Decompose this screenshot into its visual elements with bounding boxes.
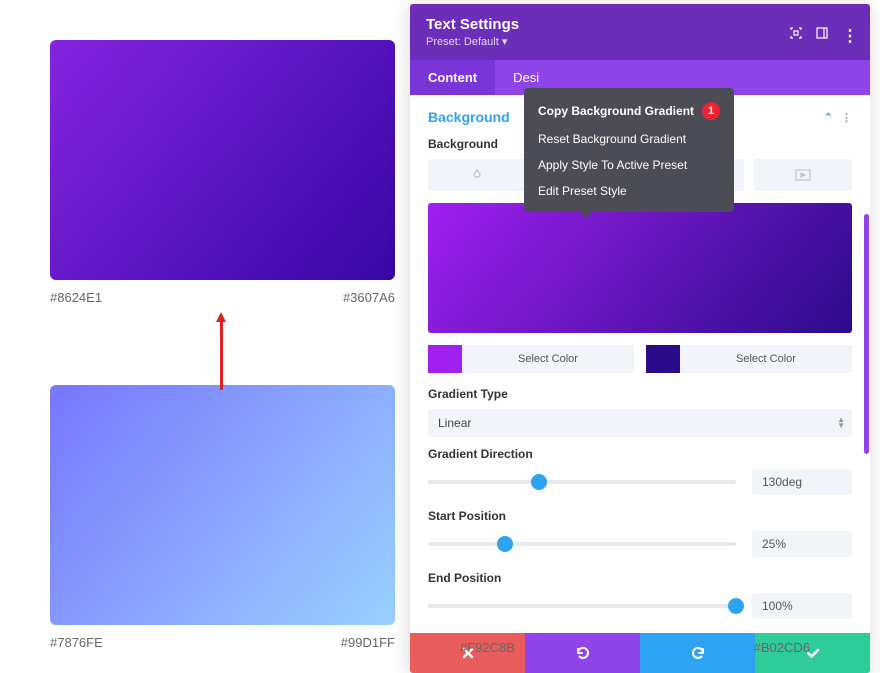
end-slider[interactable] [428, 604, 736, 608]
end-value[interactable]: 100% [752, 593, 852, 619]
footer-label-1: #F92C8B [460, 640, 515, 655]
color-swatch-2[interactable] [646, 345, 680, 373]
ctx-apply-preset[interactable]: Apply Style To Active Preset [524, 152, 734, 178]
gradient-direction-label: Gradient Direction [428, 447, 852, 461]
left-column: #8624E1 #3607A6 #7876FE #99D1FF [50, 40, 395, 650]
section-toggle[interactable]: ⌃⋮ [824, 111, 852, 124]
select-color-1[interactable]: Select Color [462, 345, 634, 373]
gradient-type-value: Linear [438, 416, 471, 430]
start-position-field: Start Position 25% [428, 509, 852, 557]
step-badge: 1 [702, 102, 720, 120]
swatch-b-color2: #99D1FF [341, 635, 395, 650]
slider-thumb[interactable] [531, 474, 547, 490]
start-value[interactable]: 25% [752, 531, 852, 557]
ctx-edit-preset[interactable]: Edit Preset Style [524, 178, 734, 204]
ctx-copy-gradient[interactable]: Copy Background Gradient 1 [524, 96, 734, 126]
gradient-type-label: Gradient Type [428, 387, 852, 401]
end-position-label: End Position [428, 571, 852, 585]
panel-header: Text Settings Preset: Default ▾ ⋮ [410, 4, 870, 60]
slider-thumb[interactable] [728, 598, 744, 614]
swatch-a-labels: #8624E1 #3607A6 [50, 290, 395, 305]
select-arrows-icon: ▲▼ [837, 417, 842, 429]
header-actions: ⋮ [790, 26, 854, 38]
gradient-type-field: Gradient Type Linear ▲▼ [428, 387, 852, 437]
footer-color-labels: #F92C8B #B02CD6 [410, 640, 870, 655]
up-arrow-icon [220, 320, 223, 390]
direction-slider[interactable] [428, 480, 736, 484]
gradient-type-select[interactable]: Linear ▲▼ [428, 409, 852, 437]
color-stop-2: Select Color [646, 345, 852, 373]
color-stop-1: Select Color [428, 345, 634, 373]
swatch-b-color1: #7876FE [50, 635, 103, 650]
bg-tab-video[interactable] [754, 159, 853, 191]
preset-selector[interactable]: Preset: Default ▾ [426, 35, 519, 48]
bg-tab-color[interactable] [428, 159, 527, 191]
ctx-copy-label: Copy Background Gradient [538, 104, 694, 118]
kebab-icon[interactable]: ⋮ [842, 26, 854, 38]
start-position-label: Start Position [428, 509, 852, 523]
gradient-direction-field: Gradient Direction 130deg [428, 447, 852, 495]
color-swatch-1[interactable] [428, 345, 462, 373]
slider-thumb[interactable] [497, 536, 513, 552]
gradient-swatch-b [50, 385, 395, 625]
select-color-2[interactable]: Select Color [680, 345, 852, 373]
ctx-reset-gradient[interactable]: Reset Background Gradient [524, 126, 734, 152]
gradient-preview[interactable] [428, 203, 852, 333]
panel-title: Text Settings [426, 16, 519, 33]
tab-content[interactable]: Content [410, 60, 495, 95]
context-menu: Copy Background Gradient 1 Reset Backgro… [524, 88, 734, 212]
footer-label-2: #B02CD6 [754, 640, 810, 655]
gradient-swatch-a [50, 40, 395, 280]
scrollbar[interactable] [864, 214, 869, 454]
sidebar-icon[interactable] [816, 26, 828, 38]
swatch-b-labels: #7876FE #99D1FF [50, 635, 395, 650]
expand-icon[interactable] [790, 26, 802, 38]
section-title: Background [428, 109, 510, 125]
swatch-a-color1: #8624E1 [50, 290, 102, 305]
direction-value[interactable]: 130deg [752, 469, 852, 495]
end-position-field: End Position 100% [428, 571, 852, 619]
color-stops-row: Select Color Select Color [428, 345, 852, 373]
swatch-a-color2: #3607A6 [343, 290, 395, 305]
start-slider[interactable] [428, 542, 736, 546]
